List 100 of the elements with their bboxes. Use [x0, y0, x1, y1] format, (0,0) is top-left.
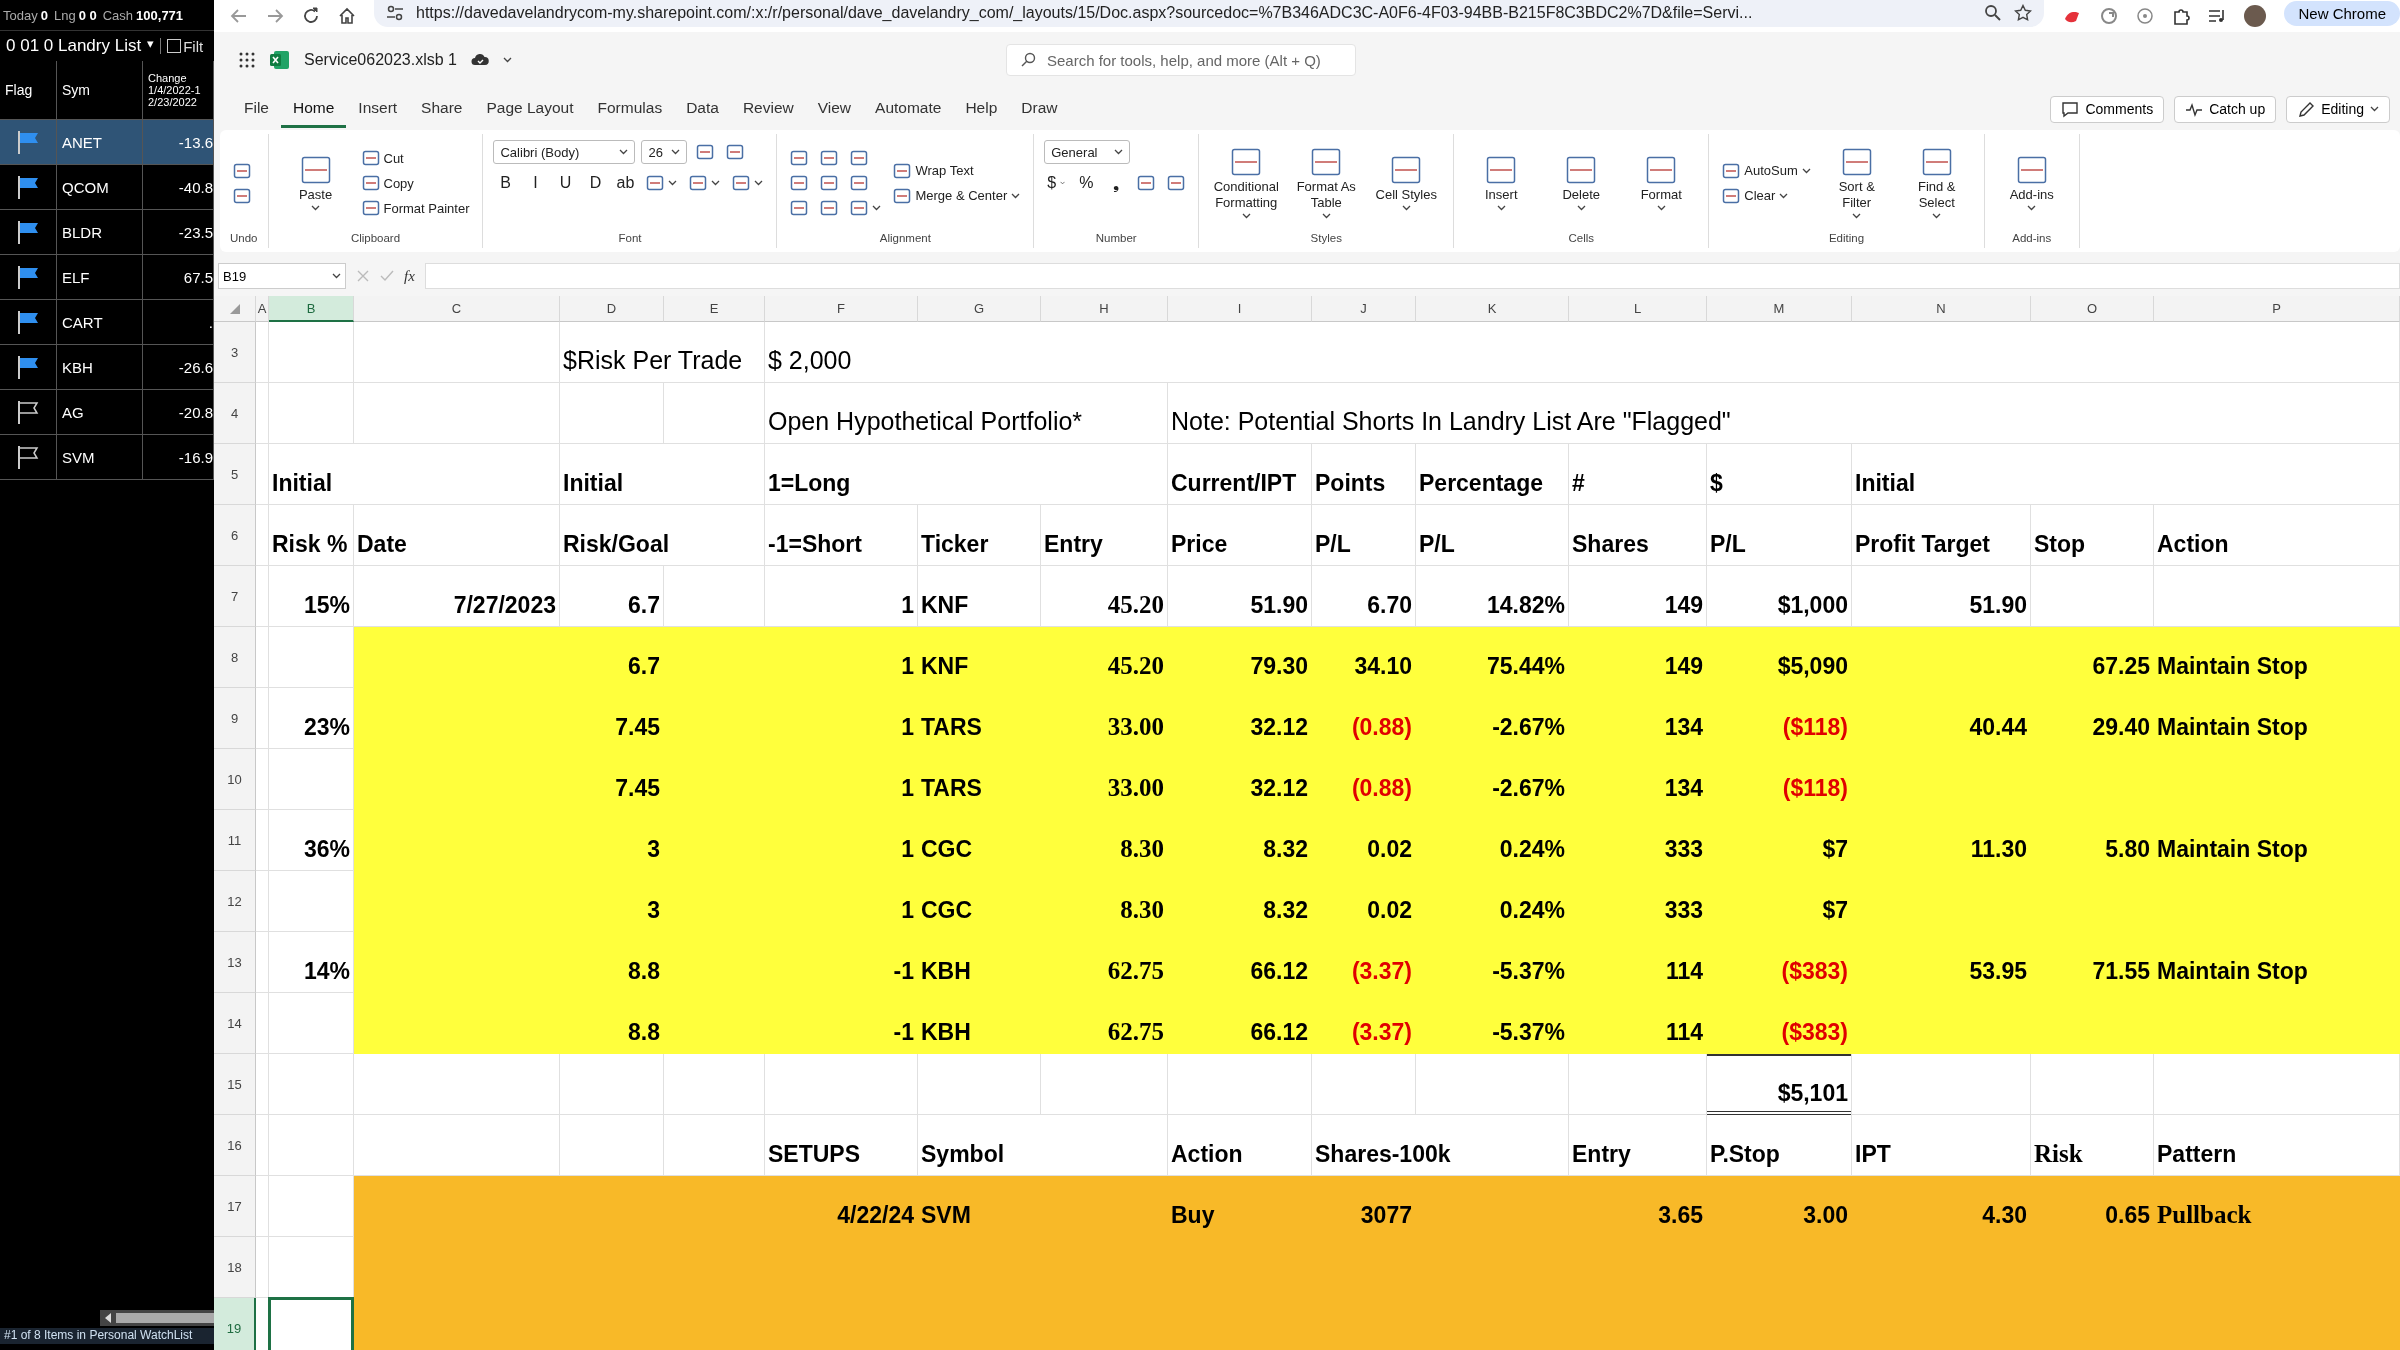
ribbon-button[interactable]: Conditional Formatting [1209, 145, 1284, 221]
column-header[interactable]: D [560, 296, 664, 322]
column-header[interactable]: M [1707, 296, 1852, 322]
ribbon-button[interactable]: Format As Table [1289, 145, 1364, 221]
filter-checkbox[interactable]: Filt [167, 37, 204, 55]
watchlist-row[interactable]: SVM -16.9 [0, 435, 214, 480]
column-header[interactable]: C [354, 296, 560, 322]
column-header[interactable]: O [2031, 296, 2154, 322]
row-header[interactable]: 8 [214, 627, 256, 688]
watchlist-row[interactable]: CART . [0, 300, 214, 345]
row-header[interactable]: 19 [214, 1298, 256, 1350]
ribbon-button[interactable]: Add-ins [1994, 153, 2069, 213]
ribbon-button[interactable]: $ [1044, 172, 1069, 194]
column-header[interactable]: N [1852, 296, 2031, 322]
selected-cell[interactable] [268, 1297, 354, 1350]
ribbon-button[interactable]: ab [613, 172, 638, 194]
watchlist-row[interactable]: AG -20.8 [0, 390, 214, 435]
column-header[interactable]: I [1168, 296, 1312, 322]
function-button[interactable]: fx [404, 267, 415, 285]
ribbon-button[interactable]: Find & Select [1899, 145, 1974, 221]
row-header[interactable]: 15 [214, 1054, 256, 1115]
column-header[interactable]: E [664, 296, 765, 322]
avatar-icon[interactable] [2244, 5, 2267, 27]
menu-tab[interactable]: Page Layout [474, 90, 586, 128]
menu-tab[interactable]: Data [674, 90, 731, 128]
watchlist-row[interactable]: QCOM -40.8 [0, 165, 214, 210]
row-header[interactable]: 13 [214, 932, 256, 993]
ribbon-button[interactable]: I [523, 172, 548, 194]
ribbon-button[interactable]: Merge & Center [890, 184, 1024, 207]
row-header[interactable]: 7 [214, 566, 256, 627]
column-header[interactable]: A [256, 296, 269, 322]
select-all-icon[interactable] [228, 302, 241, 315]
menu-tab[interactable]: File [232, 90, 281, 128]
column-header[interactable]: Sym [57, 61, 143, 119]
file-name[interactable]: Service062023.xlsb 1 [304, 51, 457, 69]
extension-icon[interactable] [2100, 7, 2119, 25]
row-header[interactable]: 9 [214, 688, 256, 749]
column-header[interactable]: H [1041, 296, 1168, 322]
menu-tab[interactable]: Insert [346, 90, 410, 128]
row-header[interactable]: 10 [214, 749, 256, 810]
ribbon-button[interactable]: % [1074, 172, 1099, 194]
ribbon-button[interactable]: Cell Styles [1369, 153, 1444, 213]
forward-icon[interactable] [266, 7, 284, 25]
list-selector[interactable]: 0 01 0 Landry List ▾ [6, 36, 155, 56]
extension-icon[interactable] [2136, 7, 2155, 25]
watchlist-row[interactable]: KBH -26.6 [0, 345, 214, 390]
menu-tab[interactable]: Help [953, 90, 1010, 128]
row-header[interactable]: 12 [214, 871, 256, 932]
row-header[interactable]: 14 [214, 993, 256, 1054]
name-box[interactable]: B19 [218, 263, 346, 289]
ribbon-button[interactable]: Paste [278, 153, 353, 213]
back-icon[interactable] [230, 7, 248, 25]
address-bar[interactable]: https://davedavelandrycom-my.sharepoint.com/:x:/r/personal/dave_davelandry_com/_layouts/15/Doc.aspx?sourcedoc=%7B346ADC3C-A0F6-4F03-94BB-B215F8C3BDC2%7D&file=Servi... [374, 0, 2045, 27]
ribbon-button[interactable]: Sort & Filter [1819, 145, 1894, 221]
home-icon[interactable] [338, 7, 356, 25]
ribbon-button[interactable]: Insert [1464, 153, 1539, 213]
row-header[interactable]: 11 [214, 810, 256, 871]
column-header[interactable]: L [1569, 296, 1707, 322]
dropdown[interactable]: 26 [641, 140, 688, 164]
formula-input[interactable] [424, 263, 2400, 289]
zoom-icon[interactable] [1984, 4, 2003, 22]
ribbon-button[interactable]: AutoSum [1719, 159, 1814, 182]
toolbar-button[interactable]: Catch up [2174, 95, 2277, 123]
column-header[interactable]: G [918, 296, 1041, 322]
new-chrome-button[interactable]: New Chrome [2284, 0, 2400, 26]
menu-tab[interactable]: Formulas [585, 90, 675, 128]
toolbar-button[interactable]: Comments [2050, 95, 2165, 123]
watchlist-row[interactable]: ELF 67.5 [0, 255, 214, 300]
menu-tab[interactable]: Home [281, 90, 347, 128]
search-field[interactable]: Search for tools, help, and more (Alt + Q) [1006, 44, 1356, 76]
ribbon-button[interactable]: Format Painter [358, 197, 473, 219]
puzzle-icon[interactable] [2172, 7, 2191, 25]
row-header[interactable]: 5 [214, 444, 256, 505]
row-header[interactable]: 17 [214, 1176, 256, 1237]
row-header[interactable]: 16 [214, 1115, 256, 1176]
ribbon-button[interactable]: Delete [1544, 153, 1619, 213]
menu-tab[interactable]: Draw [1009, 90, 1070, 128]
ribbon-button[interactable]: Copy [358, 172, 473, 194]
watchlist-row[interactable]: ANET -13.6 [0, 120, 214, 165]
column-header[interactable]: J [1312, 296, 1416, 322]
media-icon[interactable] [2208, 8, 2227, 24]
column-header[interactable]: B [269, 296, 354, 322]
ribbon-button[interactable]: B [493, 172, 518, 194]
row-header[interactable]: 3 [214, 322, 256, 383]
ribbon-button[interactable]: Format [1624, 153, 1699, 213]
ribbon-button[interactable]: D [583, 172, 608, 194]
row-header[interactable]: 18 [214, 1237, 256, 1298]
app-launcher-icon[interactable] [238, 51, 256, 69]
ribbon-button[interactable]: Cut [358, 147, 473, 169]
dropdown[interactable]: General [1044, 140, 1131, 164]
menu-tab[interactable]: Automate [863, 90, 954, 128]
ribbon-button[interactable]: U [553, 172, 578, 194]
column-header[interactable]: Flag [0, 61, 57, 119]
menu-tab[interactable]: Review [730, 90, 806, 128]
ribbon-button[interactable]: ❟ [1104, 172, 1129, 194]
ribbon-button[interactable]: Wrap Text [890, 159, 1024, 182]
menu-tab[interactable]: Share [409, 90, 475, 128]
row-header[interactable]: 6 [214, 505, 256, 566]
site-settings-icon[interactable] [386, 5, 404, 21]
menu-tab[interactable]: View [805, 90, 864, 128]
